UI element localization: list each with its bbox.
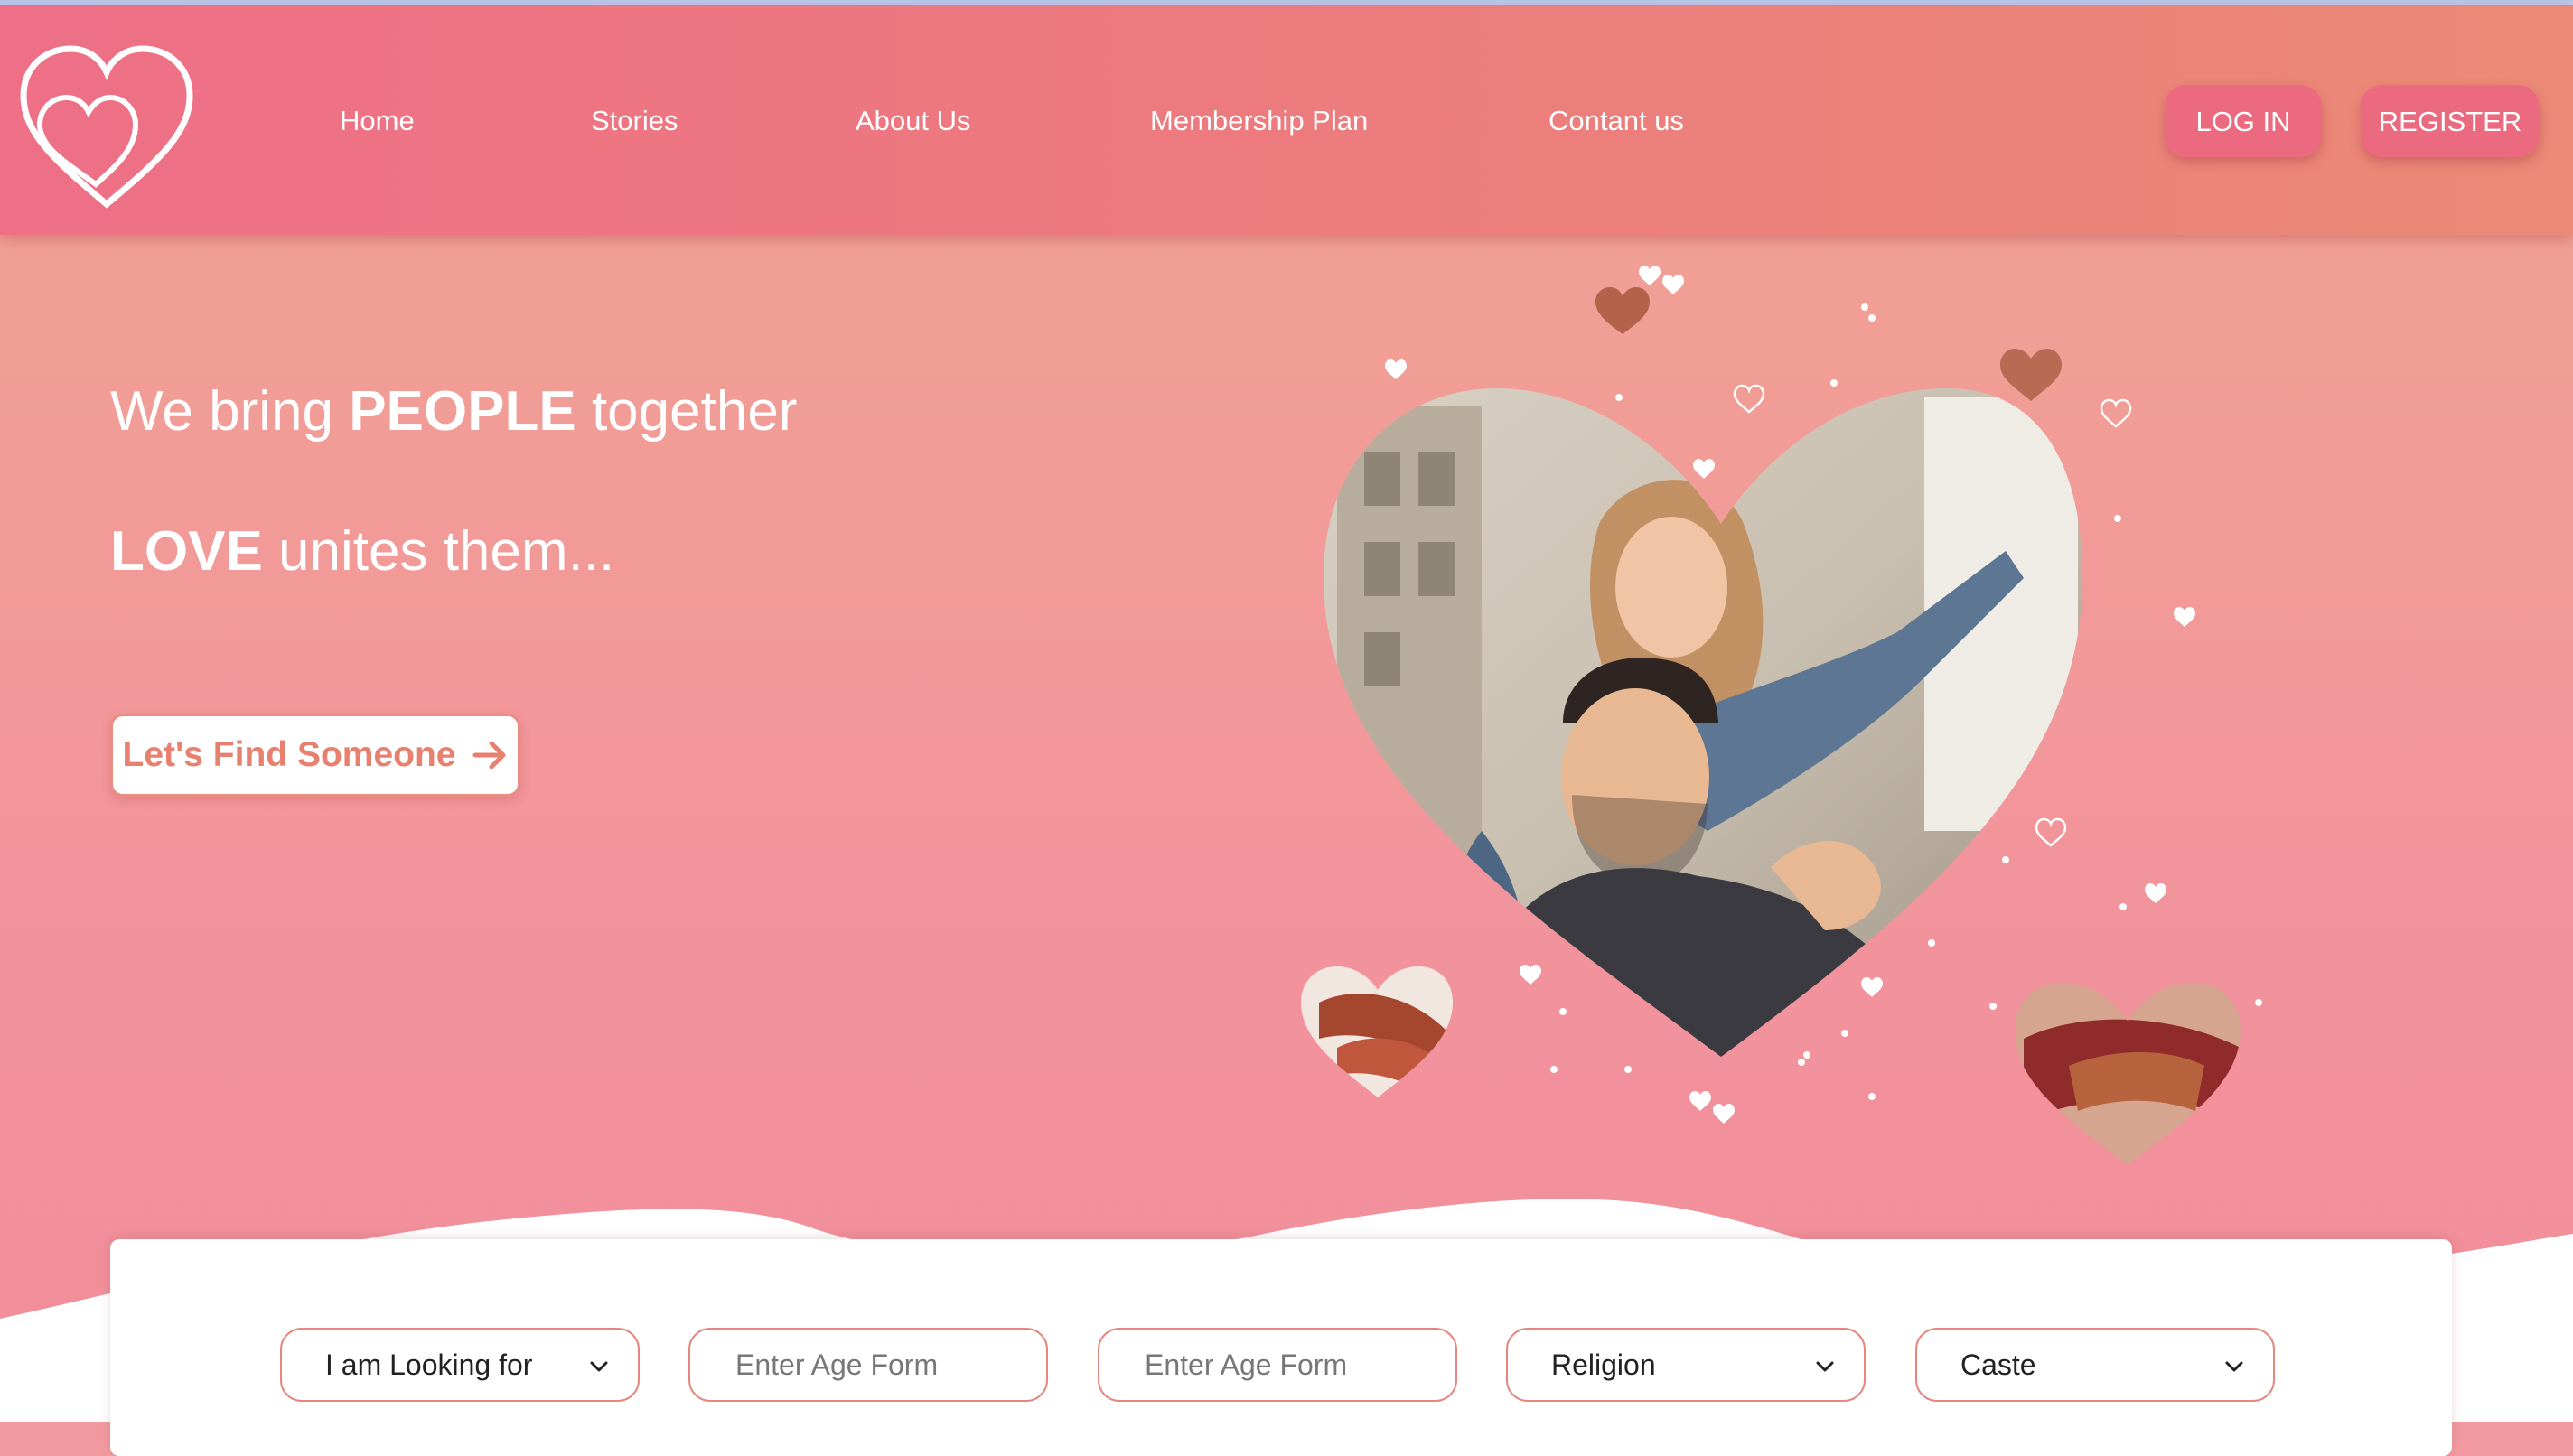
login-button[interactable]: LOG IN xyxy=(2165,85,2322,157)
register-button[interactable]: REGISTER xyxy=(2361,85,2540,157)
caste-value: Caste xyxy=(1960,1348,2036,1381)
headline-text: together xyxy=(575,380,798,443)
nav-contact-us[interactable]: Contant us xyxy=(1548,105,1684,137)
nav-membership-plan[interactable]: Membership Plan xyxy=(1150,105,1368,137)
small-heart-photo-right xyxy=(2015,983,2241,1165)
logo-heart-icon[interactable] xyxy=(16,33,197,213)
age-to-input[interactable] xyxy=(1143,1347,1436,1383)
headline-text: unites them... xyxy=(262,520,615,583)
headline-bold-love: LOVE xyxy=(110,520,263,583)
chevron-down-icon xyxy=(2225,1361,2243,1372)
looking-for-value: I am Looking for xyxy=(325,1348,533,1381)
small-heart-photo-left xyxy=(1301,966,1453,1097)
headline-bold-people: PEOPLE xyxy=(349,380,576,443)
looking-for-select[interactable]: I am Looking for xyxy=(280,1328,640,1402)
hero-headline-line1: We bring PEOPLE together xyxy=(110,379,797,443)
headline-text: We bring xyxy=(110,380,350,443)
nav-home[interactable]: Home xyxy=(340,105,415,137)
age-to-field[interactable] xyxy=(1098,1328,1457,1402)
hero-headline-line2: LOVE unites them... xyxy=(110,519,614,583)
hero-illustration xyxy=(1301,287,2241,1165)
nav-stories[interactable]: Stories xyxy=(591,105,678,137)
cta-label: Let's Find Someone xyxy=(122,735,456,774)
arrow-right-icon xyxy=(472,741,506,770)
nav-about-us[interactable]: About Us xyxy=(856,105,971,137)
chevron-down-icon xyxy=(590,1361,608,1372)
small-heart-photo-top xyxy=(1595,287,1650,334)
age-from-field[interactable] xyxy=(688,1328,1048,1402)
site-header: Home Stories About Us Membership Plan Co… xyxy=(0,5,2573,235)
caste-select[interactable]: Caste xyxy=(1915,1328,2275,1402)
religion-value: Religion xyxy=(1551,1348,1656,1381)
age-from-input[interactable] xyxy=(734,1347,1026,1383)
chevron-down-icon xyxy=(1816,1361,1834,1372)
find-someone-button[interactable]: Let's Find Someone xyxy=(110,714,520,797)
religion-select[interactable]: Religion xyxy=(1506,1328,1866,1402)
